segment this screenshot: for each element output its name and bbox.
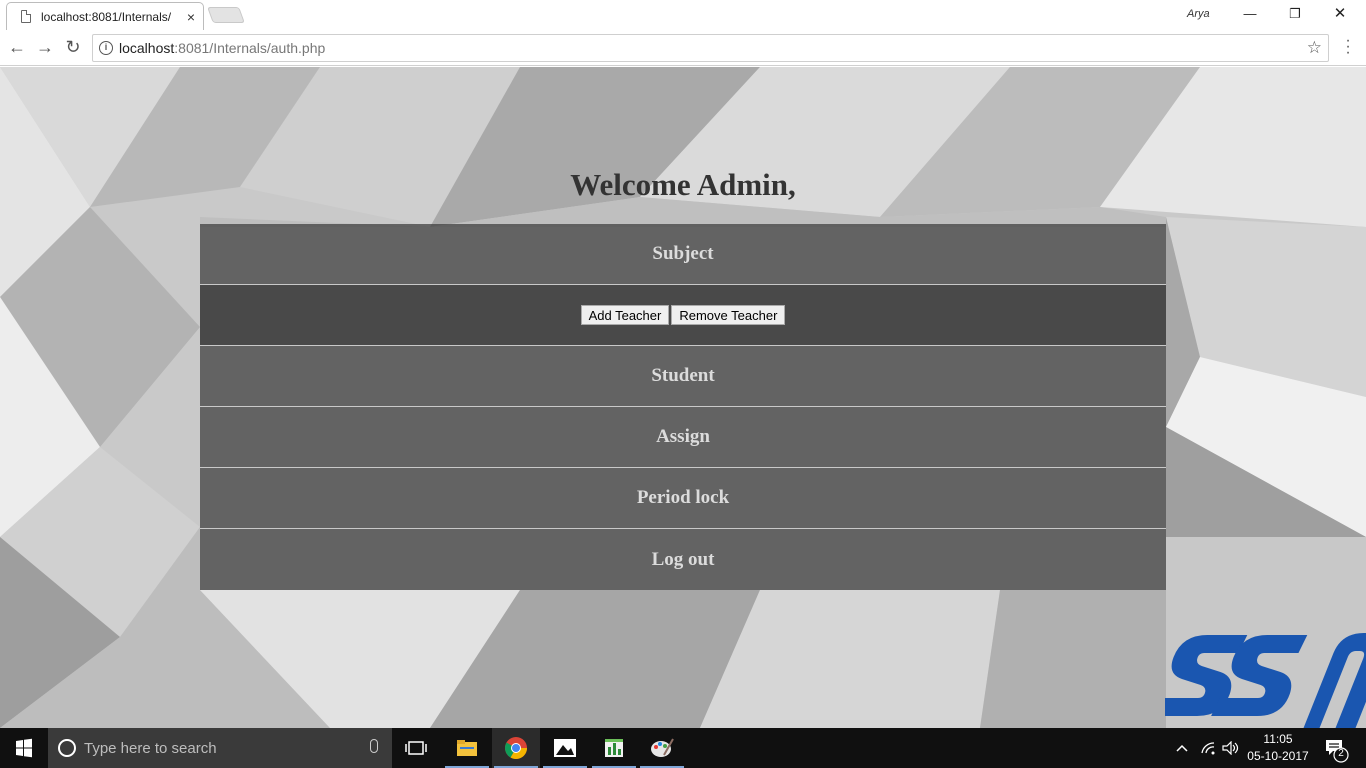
minimize-button[interactable]: — (1238, 4, 1262, 24)
taskbar: Type here to search 11:05 05-10-2017 2 (0, 728, 1366, 768)
file-explorer-button[interactable] (443, 728, 491, 768)
welcome-heading: Welcome Admin, (570, 167, 796, 202)
add-teacher-button[interactable]: Add Teacher (580, 305, 670, 325)
reload-button[interactable]: ↻ (62, 36, 84, 58)
menu-item-log-out[interactable]: Log out (200, 529, 1166, 590)
maximize-button[interactable]: ❐ (1283, 4, 1307, 24)
browser-toolbar: ← → ↻ i localhost:8081/Internals/auth.ph… (0, 30, 1366, 66)
menu-item-assign[interactable]: Assign (200, 407, 1166, 468)
subject-submenu: Add Teacher Remove Teacher (200, 285, 1166, 346)
chrome-button[interactable] (492, 728, 540, 768)
windows-icon (16, 738, 32, 758)
url-path: :8081/Internals/auth.php (174, 40, 326, 56)
show-hidden-icons-button[interactable] (1172, 728, 1192, 768)
browser-tab[interactable]: localhost:8081/Internals/ × (6, 2, 204, 30)
tab-close-icon[interactable]: × (187, 9, 195, 25)
menu-item-period-lock[interactable]: Period lock (200, 468, 1166, 529)
notification-count: 2 (1338, 748, 1344, 759)
info-icon[interactable]: i (99, 41, 113, 55)
browser-title-bar: localhost:8081/Internals/ × Arya — ❐ ✕ (0, 0, 1366, 30)
address-bar[interactable]: i localhost:8081/Internals/auth.php ☆ (92, 34, 1329, 62)
remove-teacher-button[interactable]: Remove Teacher (671, 305, 786, 325)
network-button[interactable] (1198, 728, 1218, 768)
clock[interactable]: 11:05 05-10-2017 (1238, 731, 1318, 765)
chevron-up-icon (1176, 744, 1188, 752)
close-window-button[interactable]: ✕ (1328, 4, 1352, 24)
file-explorer-icon (457, 740, 477, 756)
wifi-icon (1201, 742, 1215, 755)
url-host: localhost (119, 40, 175, 56)
sheets-icon (605, 739, 623, 757)
tab-title: localhost:8081/Internals/ (41, 9, 171, 24)
paint-icon (651, 738, 674, 757)
task-view-button[interactable] (392, 728, 440, 768)
microphone-icon[interactable] (370, 739, 378, 753)
profile-name[interactable]: Arya (1187, 8, 1210, 20)
admin-menu: Subject Add Teacher Remove Teacher Stude… (200, 224, 1166, 590)
ssn-logo (1165, 633, 1366, 728)
back-button[interactable]: ← (6, 36, 28, 58)
menu-item-subject[interactable]: Subject (200, 224, 1166, 285)
clock-date: 05-10-2017 (1247, 749, 1309, 763)
paint-button[interactable] (638, 728, 686, 768)
search-placeholder: Type here to search (84, 739, 217, 757)
page-icon (21, 10, 31, 23)
taskbar-search[interactable]: Type here to search (48, 728, 392, 768)
action-center-button[interactable]: 2 (1320, 728, 1366, 768)
photos-icon (554, 739, 576, 757)
sheets-button[interactable] (590, 728, 638, 768)
menu-item-student[interactable]: Student (200, 346, 1166, 407)
new-tab-button[interactable] (207, 7, 245, 23)
task-view-icon (405, 741, 427, 755)
start-button[interactable] (0, 728, 48, 768)
cortana-icon (58, 739, 76, 757)
bookmark-star-icon[interactable]: ☆ (1307, 38, 1322, 58)
chrome-icon (505, 737, 527, 759)
page-viewport: Welcome Admin, Subject Add Teacher Remov… (0, 67, 1366, 728)
clock-time: 11:05 (1263, 732, 1293, 746)
forward-button[interactable]: → (34, 36, 56, 58)
photos-button[interactable] (541, 728, 589, 768)
browser-menu-icon[interactable]: · · · (1343, 33, 1353, 61)
